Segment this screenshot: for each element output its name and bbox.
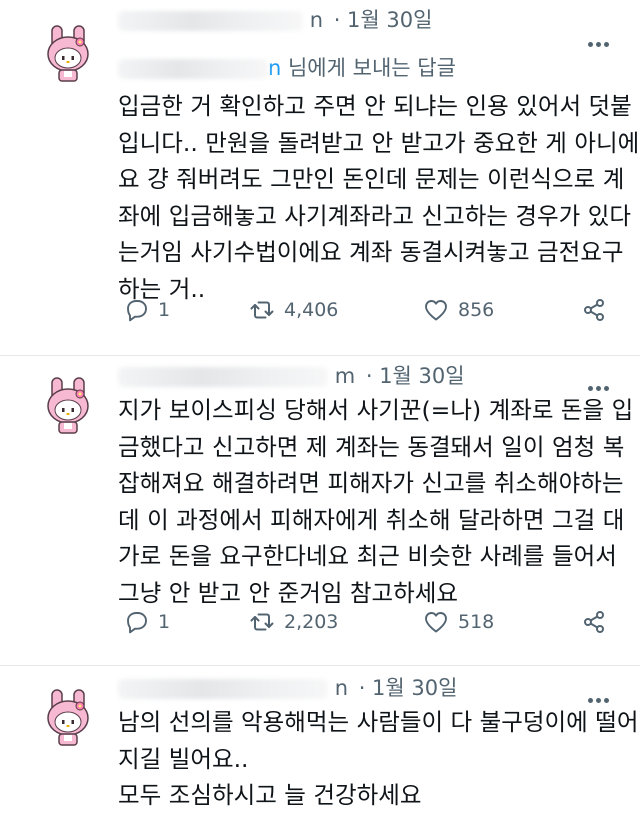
tweet-3[interactable]: n · 1월 30일 남의 선의를 악용해먹는 사람들이 다 불구덩이에 떨어 … <box>0 666 640 811</box>
reply-button[interactable]: 1 <box>122 290 170 330</box>
my-melody-avatar-icon[interactable] <box>42 688 94 748</box>
speech-bubble-icon <box>127 300 147 322</box>
reply-to-suffix: 님에게 보내는 답글 <box>281 56 456 80</box>
tweet-header: m · 1월 30일 <box>118 360 588 394</box>
retweet-icon <box>250 301 274 319</box>
text-line: 입니다.. 만원을 돌려받고 안 받고가 중요한 게 아니에 <box>118 128 640 157</box>
text-line: 는거임 사기수법이에요 계좌 동결시켜놓고 금전요구 <box>118 238 624 266</box>
reply-context: n 님에게 보내는 답글 <box>118 52 456 82</box>
like-count: 856 <box>458 299 495 321</box>
reply-count: 1 <box>158 299 171 321</box>
reply-button[interactable]: 1 <box>122 602 170 642</box>
tweet-2[interactable]: m · 1월 30일 지가 보이스피싱 당해서 사기꾼(=나) 계좌로 돈을 입… <box>0 356 640 666</box>
text-line: 남의 선의를 악용해먹는 사람들이 다 불구덩이에 떨어 <box>118 708 639 736</box>
tweet-text: 입금한 거 확인하고 주면 안 되냐는 인용 있어서 덧붙 입니다.. 만원을 … <box>118 88 639 307</box>
speech-bubble-icon <box>127 612 147 634</box>
text-line: 지가 보이스피싱 당해서 사기꾼(=나) 계좌로 돈을 입 <box>118 396 634 424</box>
share-button[interactable] <box>580 290 616 330</box>
more-dots-icon[interactable] <box>588 32 612 47</box>
retweet-icon <box>250 613 274 631</box>
text-line: 입금한 거 확인하고 주면 안 되냐는 인용 있어서 덧붙 <box>118 92 632 120</box>
text-line: 요 걍 줘버려도 그만인 돈인데 문제는 이런식으로 계 <box>118 165 625 193</box>
retweet-count: 2,203 <box>284 611 339 633</box>
like-button[interactable]: 856 <box>422 290 494 330</box>
tweet-date[interactable]: · 1월 30일 <box>366 364 465 388</box>
tweet-header: n · 1월 30일 <box>118 4 588 38</box>
retweet-button[interactable]: 2,203 <box>248 602 338 642</box>
reply-to-user[interactable]: n <box>268 56 281 80</box>
blurred-username <box>118 679 328 699</box>
text-line: 모두 조심하시고 늘 건강하세요 <box>118 781 422 809</box>
my-melody-avatar-icon[interactable] <box>42 24 94 84</box>
my-melody-avatar-icon[interactable] <box>42 376 94 436</box>
blurred-username <box>118 367 328 387</box>
tweet-text: 지가 보이스피싱 당해서 사기꾼(=나) 계좌로 돈을 입 금했다고 신고하면 … <box>118 392 633 611</box>
like-count: 518 <box>458 611 495 633</box>
handle-tail: n <box>334 676 348 700</box>
retweet-button[interactable]: 4,406 <box>248 290 338 330</box>
reply-count: 1 <box>158 611 171 633</box>
like-button[interactable]: 518 <box>422 602 494 642</box>
text-line: 좌에 입금해놓고 사기계좌라고 신고하는 경우가 있다 <box>118 201 631 230</box>
text-line: 지길 빌어요.. <box>118 744 249 773</box>
tweet-date[interactable]: · 1월 30일 <box>334 8 433 32</box>
share-button[interactable] <box>580 602 616 642</box>
retweet-count: 4,406 <box>284 299 339 321</box>
tweet-actions: 1 4,406 856 <box>118 290 618 330</box>
more-dots-icon[interactable] <box>588 376 612 391</box>
blurred-reply-username <box>118 59 268 79</box>
share-icon <box>584 299 604 321</box>
more-dots-icon[interactable] <box>588 688 612 703</box>
tweet-date[interactable]: · 1월 30일 <box>359 676 458 700</box>
handle-tail: m <box>334 364 356 388</box>
share-icon <box>584 611 604 633</box>
text-line: 금했다고 신고하면 제 계좌는 동결돼서 일이 엄청 복 <box>118 432 625 461</box>
tweet-actions: 1 2,203 518 <box>118 602 618 642</box>
heart-icon <box>425 612 447 633</box>
handle-tail: n <box>309 8 323 32</box>
text-line: 가로 돈을 요구한다네요 최근 비슷한 사례를 들어서 <box>118 542 617 570</box>
text-line: 잡해져요 해결하려면 피해자가 신고를 취소해야하는 <box>118 469 624 497</box>
blurred-username <box>118 11 303 31</box>
tweet-header: n · 1월 30일 <box>118 672 588 706</box>
tweet-text: 남의 선의를 악용해먹는 사람들이 다 불구덩이에 떨어 지길 빌어요.. 모두… <box>118 704 638 814</box>
heart-icon <box>425 300 447 321</box>
text-line: 데 이 과정에서 피해자에게 취소해 달라하면 그걸 대 <box>118 505 625 534</box>
tweet-1[interactable]: n · 1월 30일 n 님에게 보내는 답글 입금한 거 확인하고 주면 안 … <box>0 0 640 356</box>
